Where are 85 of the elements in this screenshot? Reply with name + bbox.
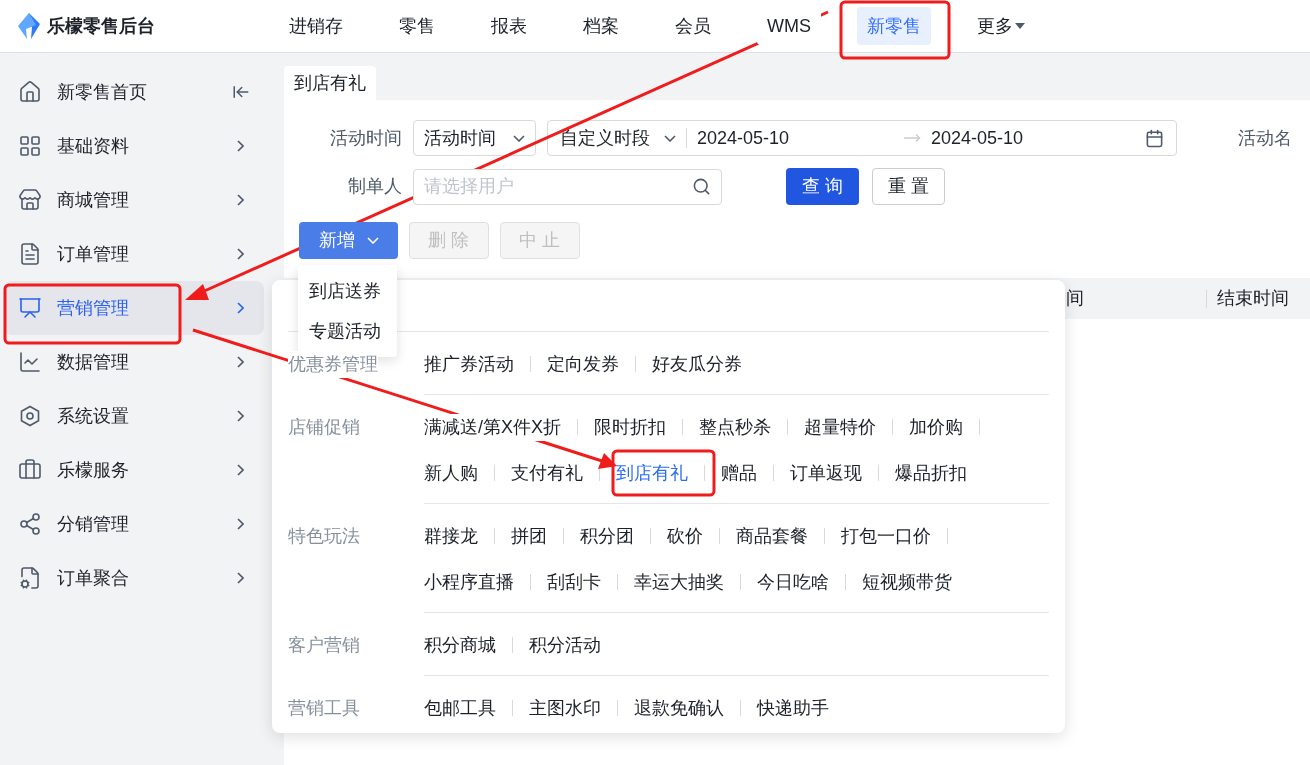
sidebar-item[interactable]: 基础资料 xyxy=(4,119,264,173)
dropdown-item[interactable]: 专题活动 xyxy=(298,311,397,351)
menu-link[interactable]: 商品套餐 xyxy=(736,522,808,550)
field-label: 活动时间 xyxy=(329,126,403,150)
briefcase-icon xyxy=(18,458,42,482)
logo-icon xyxy=(18,13,40,39)
chevron-right-icon xyxy=(237,248,244,260)
menu-link[interactable]: 爆品折扣 xyxy=(895,459,967,487)
menu-link[interactable]: 整点秒杀 xyxy=(699,413,771,441)
chevron-down-icon xyxy=(513,134,525,142)
date-range-picker[interactable]: 自定义时段 2024-05-10 2024-05-10 xyxy=(547,120,1177,156)
menu-link[interactable]: 订单返现 xyxy=(790,459,862,487)
column-header: 结束时间 xyxy=(1217,287,1289,310)
sidebar-item[interactable]: 乐檬服务 xyxy=(4,443,264,497)
grid-icon xyxy=(18,134,42,158)
menu-link[interactable]: 积分活动 xyxy=(529,631,601,659)
dropdown-item[interactable]: 到店送券 xyxy=(298,271,397,311)
menu-link[interactable]: 赠品 xyxy=(721,459,757,487)
search-icon xyxy=(692,176,711,196)
sidebar-item[interactable]: 系统设置 xyxy=(4,389,264,443)
sidebar-item[interactable]: 商城管理 xyxy=(4,173,264,227)
add-button[interactable]: 新增 xyxy=(299,222,398,259)
menu-link[interactable]: 快递助手 xyxy=(757,694,829,722)
query-button[interactable]: 查 询 xyxy=(786,168,859,205)
calendar-icon xyxy=(1145,128,1164,148)
document-icon xyxy=(18,242,42,266)
menu-link[interactable]: 超量特价 xyxy=(804,413,876,441)
menu-link[interactable]: 今日吃啥 xyxy=(757,568,829,596)
presentation-icon xyxy=(18,296,42,320)
user-select-field[interactable]: 请选择用户 xyxy=(413,168,722,205)
section-label: 优惠券管理 xyxy=(288,350,378,378)
menu-link[interactable]: 刮刮卡 xyxy=(547,568,601,596)
menu-link[interactable]: 定向发券 xyxy=(547,350,619,378)
menu-link[interactable]: 限时折扣 xyxy=(594,413,666,441)
menu-link[interactable]: 小程序直播 xyxy=(424,568,514,596)
menu-link[interactable]: 到店有礼 xyxy=(616,459,688,487)
time-type-select[interactable]: 活动时间 xyxy=(413,120,536,156)
menu-link[interactable]: 幸运大抽奖 xyxy=(634,568,724,596)
sidebar-item[interactable]: 订单管理 xyxy=(4,227,264,281)
chevron-right-icon xyxy=(237,464,244,476)
sidebar-item[interactable]: 新零售首页 xyxy=(4,65,264,119)
nav-tab[interactable]: 新零售 xyxy=(857,7,931,45)
collapse-icon[interactable] xyxy=(232,83,250,101)
menu-link[interactable]: 积分商城 xyxy=(424,631,496,659)
chevron-right-icon xyxy=(237,572,244,584)
document-gear-icon xyxy=(18,566,42,590)
caret-icon xyxy=(1015,23,1025,29)
share-icon xyxy=(18,512,42,536)
sidebar-item[interactable]: 营销管理 xyxy=(4,281,264,335)
reset-button[interactable]: 重 置 xyxy=(872,168,945,205)
hexagon-icon xyxy=(18,404,42,428)
sidebar-item[interactable]: 数据管理 xyxy=(4,335,264,389)
home-icon xyxy=(18,80,42,104)
menu-link[interactable]: 打包一口价 xyxy=(841,522,931,550)
line-chart-icon xyxy=(18,350,42,374)
menu-link[interactable]: 包邮工具 xyxy=(424,694,496,722)
column-header: 间 xyxy=(1066,287,1085,310)
chevron-right-icon xyxy=(237,140,244,152)
chevron-down-icon xyxy=(664,134,676,142)
menu-link[interactable]: 砍价 xyxy=(667,522,703,550)
menu-link[interactable]: 推广券活动 xyxy=(424,350,514,378)
menu-link[interactable]: 支付有礼 xyxy=(511,459,583,487)
chevron-right-icon xyxy=(237,356,244,368)
chevron-right-icon xyxy=(237,194,244,206)
field-label: 制单人 xyxy=(347,175,403,198)
menu-link[interactable]: 群接龙 xyxy=(424,522,478,550)
brand-name: 乐檬零售后台 xyxy=(47,14,155,38)
menu-link[interactable]: 满减送/第X件X折 xyxy=(424,413,561,441)
chevron-right-icon xyxy=(237,302,244,314)
menu-link[interactable]: 拼团 xyxy=(511,522,547,550)
sidebar-item[interactable]: 分销管理 xyxy=(4,497,264,551)
menu-link[interactable]: 新人购 xyxy=(424,459,478,487)
menu-link[interactable]: 短视频带货 xyxy=(862,568,952,596)
chevron-right-icon xyxy=(237,518,244,530)
menu-link[interactable]: 好友瓜分券 xyxy=(652,350,742,378)
sidebar-item[interactable]: 订单聚合 xyxy=(4,551,264,605)
menu-link[interactable]: 加价购 xyxy=(909,413,963,441)
chevron-down-icon xyxy=(366,237,379,244)
menu-link[interactable]: 主图水印 xyxy=(529,694,601,722)
field-label: 活动名 xyxy=(1238,126,1292,150)
page-tab[interactable]: 到店有礼 xyxy=(284,66,376,100)
chevron-right-icon xyxy=(237,410,244,422)
store-icon xyxy=(18,188,42,212)
menu-link[interactable]: 退款免确认 xyxy=(634,694,724,722)
menu-link[interactable]: 积分团 xyxy=(580,522,634,550)
